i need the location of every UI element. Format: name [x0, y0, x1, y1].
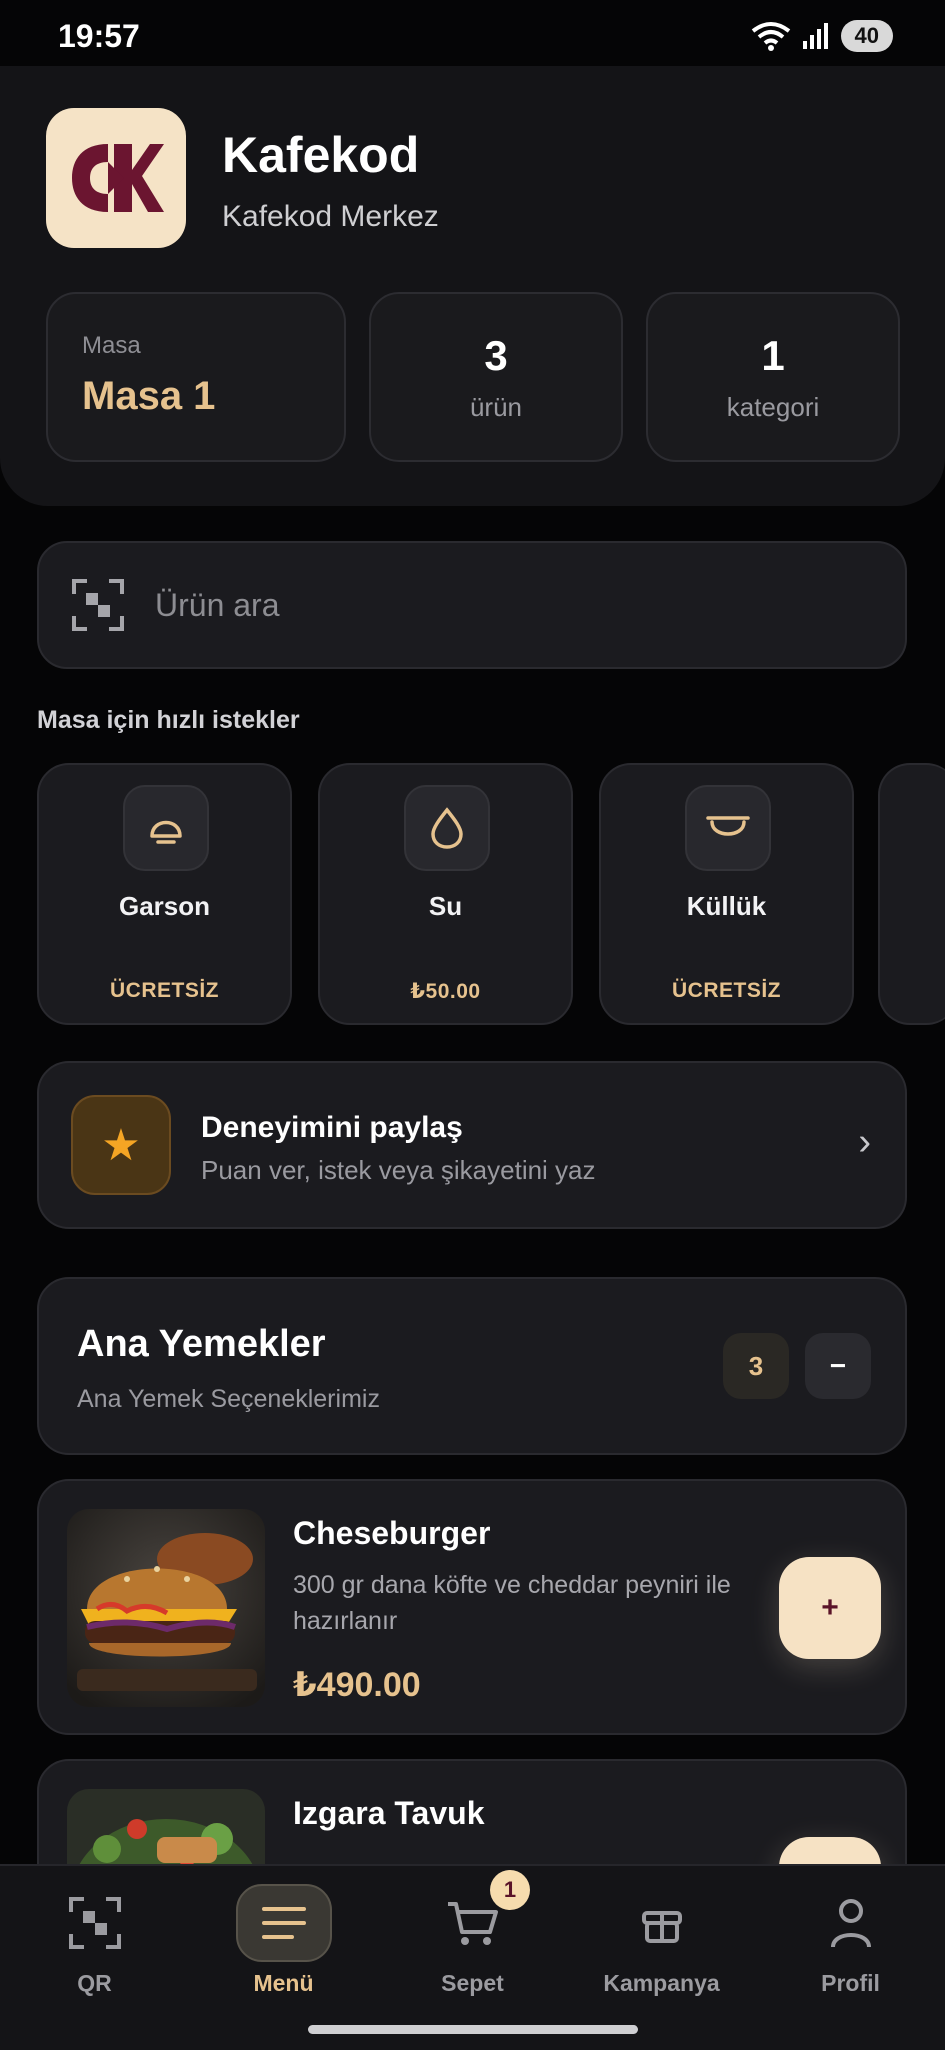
wifi-icon	[751, 22, 790, 51]
category-count-card: 1 kategori	[646, 292, 900, 462]
chevron-right-icon: ›	[858, 1121, 871, 1163]
nav-label: Sepet	[441, 1970, 504, 1996]
product-card[interactable]: Cheseburger 300 gr dana köfte ve cheddar…	[37, 1479, 907, 1735]
category-count: 1	[761, 331, 785, 379]
battery-level: 40	[840, 20, 893, 52]
table-value: Masa 1	[82, 374, 216, 418]
product-name: Izgara Tavuk	[293, 1795, 485, 1831]
home-indicator	[308, 2025, 638, 2034]
search-bar[interactable]: Ürün ara	[37, 541, 907, 669]
nav-item-qr[interactable]: QR	[0, 1866, 189, 2016]
nav-item-menu[interactable]: Menü	[189, 1866, 378, 2016]
quick-request-garson[interactable]: Garson ÜCRETSİZ	[37, 763, 292, 1025]
quick-request-price: ₺50.00	[410, 980, 481, 1003]
quick-request-su[interactable]: Su ₺50.00	[318, 763, 573, 1025]
nav-item-campaign[interactable]: Kampanya	[567, 1866, 756, 2016]
add-to-cart-button[interactable]: +	[779, 1557, 881, 1659]
nav-label: Profil	[821, 1970, 880, 1996]
brand-name: Kafekod	[222, 127, 420, 183]
nav-label: QR	[77, 1970, 112, 1996]
collapse-button[interactable]: −	[805, 1333, 871, 1399]
star-icon: ★	[71, 1095, 171, 1195]
nav-label: Menü	[253, 1970, 314, 1996]
category-header[interactable]: Ana Yemekler Ana Yemek Seçeneklerimiz 3 …	[37, 1277, 907, 1455]
nav-label: Kampanya	[603, 1970, 720, 1996]
status-icons: 40	[751, 20, 893, 52]
nav-item-cart[interactable]: 1 Sepet	[378, 1866, 567, 2016]
product-image	[67, 1509, 265, 1707]
quick-request-price: ÜCRETSİZ	[672, 979, 781, 1002]
category-subtitle: Ana Yemek Seçeneklerimiz	[77, 1385, 380, 1413]
branch-name: Kafekod Merkez	[222, 200, 439, 233]
quick-request-more[interactable]	[878, 763, 945, 1025]
feedback-subtitle: Puan ver, istek veya şikayetini yaz	[201, 1155, 596, 1185]
menu-icon	[235, 1884, 332, 1962]
user-icon	[803, 1884, 899, 1962]
search-input[interactable]: Ürün ara	[155, 587, 280, 624]
category-title: Ana Yemekler	[77, 1323, 326, 1365]
water-drop-icon	[404, 785, 490, 871]
gift-icon	[614, 1884, 710, 1962]
table-card: Masa Masa 1	[46, 292, 346, 462]
feedback-card[interactable]: ★ Deneyimini paylaş Puan ver, istek veya…	[37, 1061, 907, 1229]
product-price: ₺490.00	[293, 1666, 421, 1704]
qr-scan-icon[interactable]	[71, 578, 125, 632]
product-count: 3	[484, 331, 508, 379]
quick-request-name: Küllük	[686, 891, 767, 921]
category-count-label: kategori	[726, 391, 820, 422]
product-count-label: ürün	[469, 391, 523, 422]
quick-request-name: Garson	[118, 891, 211, 921]
table-label: Masa	[82, 332, 141, 359]
category-item-count: 3	[723, 1333, 789, 1399]
quick-request-name: Su	[428, 891, 463, 921]
quick-request-price: ÜCRETSİZ	[110, 979, 219, 1002]
bottom-nav: QR Menü 1 Sepet Kampanya Profil	[0, 1864, 945, 2050]
quick-request-kulluk[interactable]: Küllük ÜCRETSİZ	[599, 763, 854, 1025]
bell-icon	[123, 785, 209, 871]
product-name: Cheseburger	[293, 1515, 491, 1551]
quick-requests-title: Masa için hızlı istekler	[37, 706, 300, 734]
cart-badge: 1	[490, 1870, 530, 1910]
qr-scan-icon	[47, 1884, 143, 1962]
feedback-title: Deneyimini paylaş	[201, 1111, 463, 1144]
nav-item-profile[interactable]: Profil	[756, 1866, 945, 2016]
product-count-card: 3 ürün	[369, 292, 623, 462]
brand-logo	[46, 108, 186, 248]
ashtray-icon	[685, 785, 771, 871]
signal-icon	[802, 23, 828, 49]
product-description: 300 gr dana köfte ve cheddar peyniri ile…	[293, 1571, 731, 1635]
status-time: 19:57	[58, 18, 140, 54]
